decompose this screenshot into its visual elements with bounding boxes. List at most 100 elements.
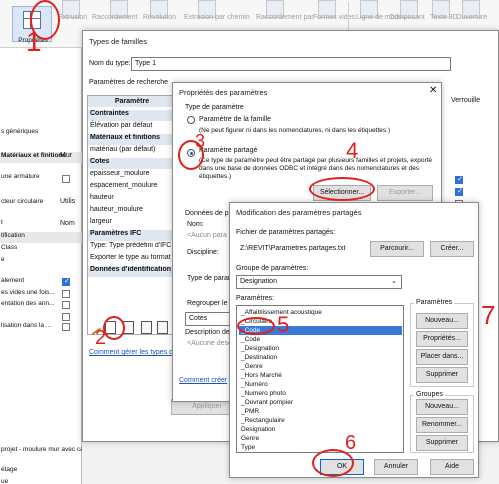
family-param-radio[interactable] <box>187 116 195 124</box>
manage-types-link[interactable]: Comment gérer les types de f <box>89 349 181 356</box>
ribbon-texte-3d[interactable]: Texte 3D <box>430 14 458 21</box>
chevron-down-icon[interactable]: ⌄ <box>391 277 397 285</box>
row-section: Cotes <box>88 158 176 169</box>
row[interactable]: matériau (par défaut) <box>88 146 176 157</box>
cancel-button[interactable]: Annuler <box>374 459 418 475</box>
list-item[interactable]: _PMR <box>239 407 402 416</box>
ribbon-extrusion-chemin[interactable]: Extrusion par chemin <box>184 14 250 21</box>
annotation-circle <box>309 177 375 201</box>
params-label: Paramètres: <box>236 295 275 302</box>
dialog-title: Modification des paramètres partagés <box>236 208 362 217</box>
list-item[interactable]: _Affaiblissement acoustique <box>239 308 402 317</box>
export-button[interactable]: Exporter... <box>377 185 433 201</box>
ribbon-extrusion[interactable]: Extrusion <box>58 14 87 21</box>
create-link[interactable]: Comment créer <box>179 377 227 384</box>
annotation-number: 6 <box>345 432 357 454</box>
checkbox[interactable] <box>62 323 70 331</box>
group-select[interactable]: Cotes <box>185 312 233 326</box>
delete-param-button[interactable]: Supprimer <box>416 367 468 383</box>
param-group-select[interactable]: Designation <box>236 275 402 289</box>
family-param-label: Paramètre de la famille <box>199 116 271 123</box>
name-label: Nom: <box>187 221 204 228</box>
row[interactable]: largeur <box>88 218 176 229</box>
checkbox[interactable] <box>62 313 70 321</box>
close-icon[interactable]: ✕ <box>429 85 437 96</box>
name-value: <Aucun para <box>187 232 227 239</box>
list-item[interactable]: Designation <box>239 425 402 434</box>
ribbon-composant[interactable]: Composant <box>389 14 425 21</box>
shared-file-path: Z:\REVIT\Parametres partages.txt <box>240 245 346 252</box>
row[interactable]: epaisseur_moulure <box>88 170 176 181</box>
param-properties-button[interactable]: Propriétés... <box>416 331 468 347</box>
list-item[interactable]: _Genre <box>239 362 402 371</box>
ribbon-ouverture[interactable]: Ouverture <box>456 14 487 21</box>
annotation-number: 5 <box>277 312 290 337</box>
list-item[interactable]: _Destination <box>239 353 402 362</box>
ribbon-raccordement-par[interactable]: Raccordement par <box>256 14 314 21</box>
params-table: Paramètre Contraintes Élévation par défa… <box>87 95 177 335</box>
col-verrouille: Verrouille <box>451 97 481 104</box>
rename-group-button[interactable]: Renommer... <box>416 417 468 433</box>
list-item[interactable]: _Numero photo <box>239 389 402 398</box>
list-item[interactable]: _Rectangulaire <box>239 416 402 425</box>
family-param-desc: (Ne peut figurer ni dans les nomenclatur… <box>199 127 391 134</box>
delete-group-button[interactable]: Supprimer <box>416 435 468 451</box>
list-item[interactable]: _Numéro <box>239 380 402 389</box>
row-section: Matériaux et finitions <box>88 134 176 145</box>
annotation-number: 2 <box>95 327 107 349</box>
ribbon-raccordement[interactable]: Raccordement <box>92 14 138 21</box>
status-line: étage <box>1 466 18 473</box>
row[interactable]: hauteur_moulure <box>88 206 176 217</box>
description-value: <Aucune desc <box>187 340 232 347</box>
ribbon-revolution[interactable]: Révolution <box>143 14 176 21</box>
col-parametre: Paramètre <box>88 96 176 107</box>
checkbox[interactable] <box>62 301 70 309</box>
annotation-number: 4 <box>346 138 359 163</box>
move-to-button[interactable]: Placer dans... <box>416 349 468 365</box>
row-section: Données d'identification <box>88 266 176 277</box>
create-button[interactable]: Créer... <box>430 241 474 257</box>
type-name-select[interactable]: Type 1 <box>131 57 451 71</box>
row[interactable]: Exporter le type au format <box>88 254 176 265</box>
checkbox[interactable] <box>62 277 70 286</box>
list-item[interactable]: Genre <box>239 434 402 443</box>
checkbox[interactable] <box>62 290 70 298</box>
search-params-label: Paramètres de recherche <box>89 79 168 86</box>
status-line: projet - moulure mur avec caisson (1).rf… <box>1 446 82 453</box>
list-item[interactable]: _Ouvrant pompier <box>239 398 402 407</box>
discipline-label: Discipline: <box>187 249 219 256</box>
lp-row: Class <box>1 244 18 251</box>
description-label: Description de <box>185 329 230 336</box>
row[interactable]: espacement_moulure <box>88 182 176 193</box>
lp-row: s génériques <box>1 128 39 135</box>
groups-title: Groupes <box>414 391 445 398</box>
params-group-title: Paramètres <box>414 299 455 306</box>
param-data-label: Données de pa <box>185 210 233 217</box>
checkbox[interactable] <box>62 175 70 183</box>
list-item[interactable]: _Code <box>239 335 402 344</box>
move-up-icon[interactable] <box>141 321 152 334</box>
new-param-button[interactable]: Nouveau... <box>416 313 468 329</box>
dialog-title: Propriétés des paramètres <box>179 88 268 97</box>
lock-checkbox[interactable] <box>455 175 463 184</box>
help-button[interactable]: Aide <box>430 459 474 475</box>
list-item[interactable]: _Hors Marché <box>239 371 402 380</box>
shared-param-label: Paramètre partagé <box>199 147 258 154</box>
row-section: Contraintes <box>88 110 176 121</box>
lock-checkbox[interactable] <box>455 187 463 196</box>
mur-label: Mur <box>60 152 73 159</box>
type-name-label: Nom du type: <box>89 60 131 67</box>
row[interactable]: Élévation par défaut <box>88 122 176 133</box>
new-group-button[interactable]: Nouveau... <box>416 399 468 415</box>
group-by-label: Regrouper le <box>187 300 228 307</box>
shared-file-label: Fichier de paramètres partagés: <box>236 229 336 236</box>
sort-icon[interactable] <box>157 321 168 334</box>
row[interactable]: hauteur <box>88 194 176 205</box>
lp-row: tification <box>0 232 82 243</box>
annotation-circle <box>103 316 125 340</box>
browse-button[interactable]: Parcourir... <box>370 241 424 257</box>
row[interactable]: Type: Type prédéfini d'IFC <box>88 242 176 253</box>
properties-palette: s génériques Matériaux et finitions une … <box>0 48 82 484</box>
annotation-circle <box>237 317 275 335</box>
list-item[interactable]: _Designation <box>239 344 402 353</box>
